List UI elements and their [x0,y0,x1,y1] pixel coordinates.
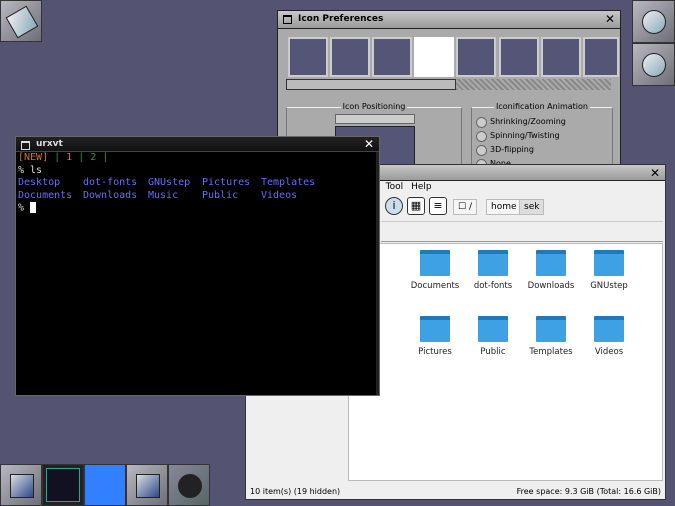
file-label: dot-fonts [473,281,513,291]
pref-workspace-icon[interactable] [583,37,619,77]
list-view-icon[interactable]: ≡ [429,197,447,215]
folder-icon [536,316,566,342]
close-icon[interactable]: ✕ [648,166,662,181]
file-label: Documents [410,281,460,291]
urxvt-terminal-window[interactable]: urxvt ✕ [NEW] | 1 | 2 | % ls Desktop dot-f… [15,136,380,396]
ls-entry: Templates [261,177,316,188]
ls-entry: dot-fonts [83,177,138,188]
file-label: Videos [594,347,624,357]
ls-row: Documents Downloads Music Public Videos [16,190,379,203]
breadcrumb-root[interactable]: ☐ / [453,199,477,215]
file-item-pictures[interactable]: Pictures [406,316,464,357]
dock-app-icon[interactable] [0,464,42,506]
file-label: Templates [529,347,573,357]
miniaturize-icon[interactable] [283,15,292,24]
prompt: % [18,202,31,214]
pref-balloon-icon[interactable] [456,37,496,77]
prompt-line[interactable]: % [16,202,379,215]
scrollbar-track[interactable] [456,79,611,90]
sep: | [72,152,91,163]
file-item-videos[interactable]: Videos [580,316,638,357]
pref-window-placement-icon[interactable] [330,37,370,77]
folder-icon [594,316,624,342]
scrollbar[interactable] [376,152,379,395]
file-label: GNUstep [590,281,628,291]
radio-spinning[interactable]: Spinning/Twisting [472,129,612,143]
tab-bar [381,221,663,242]
menu-help[interactable]: Help [411,182,432,192]
menu-tool[interactable]: Tool [386,182,403,192]
tmux-status: [NEW] | 1 | 2 | [16,152,379,165]
pref-menu-icon[interactable] [372,37,412,77]
scrollbar-knob[interactable] [286,79,456,90]
file-item-public[interactable]: Public [464,316,522,357]
item-count: 10 item(s) (19 hidden) [250,487,341,496]
radio-3d-flipping[interactable]: 3D-flipping [472,143,612,157]
file-label: Pictures [418,347,452,357]
terminal-titlebar[interactable]: urxvt ✕ [16,137,379,152]
ls-entry: Music [148,189,179,201]
command-line: % ls [18,164,43,176]
folder-icon [420,316,450,342]
tab-new[interactable]: [NEW] [18,152,48,163]
folder-icon [536,250,566,276]
file-list: top Documents dot-fonts Downloads GNUste… [341,243,663,481]
icon-view-icon[interactable]: ▦ [407,197,425,215]
ls-entry: Videos [261,189,298,201]
folder-icon [594,250,624,276]
file-item-documents[interactable]: Documents [406,250,464,291]
breadcrumb-home[interactable]: home [486,199,522,215]
ls-entry: Downloads [83,189,138,201]
group-label: Icon Positioning [340,102,408,111]
dock-recycler-icon[interactable] [632,43,675,86]
window-title: Icon Preferences [298,14,384,24]
dock-workspace-icon[interactable] [84,464,126,506]
file-label: Downloads [527,281,575,291]
sep: | [96,152,109,163]
miniaturize-icon[interactable] [21,141,30,150]
pref-window-handling-icon[interactable] [288,37,328,77]
ls-entry: Desktop [18,177,61,188]
prefs-titlebar[interactable]: Icon Preferences ✕ [278,11,620,29]
ls-entry: Public [202,189,239,201]
position-top-bar[interactable] [335,114,415,124]
info-icon[interactable]: i [385,197,403,215]
folder-icon [478,316,508,342]
file-item-downloads[interactable]: Downloads [522,250,580,291]
group-label: Iconification Animation [494,102,590,111]
gnustep-app-icon[interactable] [0,0,42,42]
file-item-templates[interactable]: Templates [522,316,580,357]
close-icon[interactable]: ✕ [603,12,617,27]
free-space: Free space: 9.3 GiB (Total: 16.6 GiB) [516,487,661,496]
ls-row: Desktop dot-fonts GNUstep Pictures Templates [16,177,379,190]
ls-entry: GNUstep [148,177,191,188]
dock-clock-icon[interactable] [632,0,675,43]
ls-entry: Documents [18,189,73,201]
cursor [30,202,37,213]
ls-entry: Pictures [202,177,251,188]
dock-monitor-icon[interactable] [42,464,84,506]
dock-preferences-icon[interactable] [168,464,210,506]
breadcrumb-sek[interactable]: sek [519,199,545,215]
folder-icon [478,250,508,276]
status-bar: 10 item(s) (19 hidden) Free space: 9.3 G… [250,487,661,496]
window-title: urxvt [36,139,63,149]
pref-paths-icon[interactable] [499,37,539,77]
dock-app-icon[interactable] [126,464,168,506]
close-icon[interactable]: ✕ [362,138,376,151]
pref-icon-preferences-icon[interactable] [414,37,454,77]
file-item-dot-fonts[interactable]: dot-fonts [464,250,522,291]
sep: | [48,152,67,163]
radio-shrinking[interactable]: Shrinking/Zooming [472,115,612,129]
folder-icon [420,250,450,276]
file-item-gnustep[interactable]: GNUstep [580,250,638,291]
file-label: Public [480,347,506,357]
crumb-label: / [468,202,472,212]
pref-appearance-icon[interactable] [541,37,581,77]
